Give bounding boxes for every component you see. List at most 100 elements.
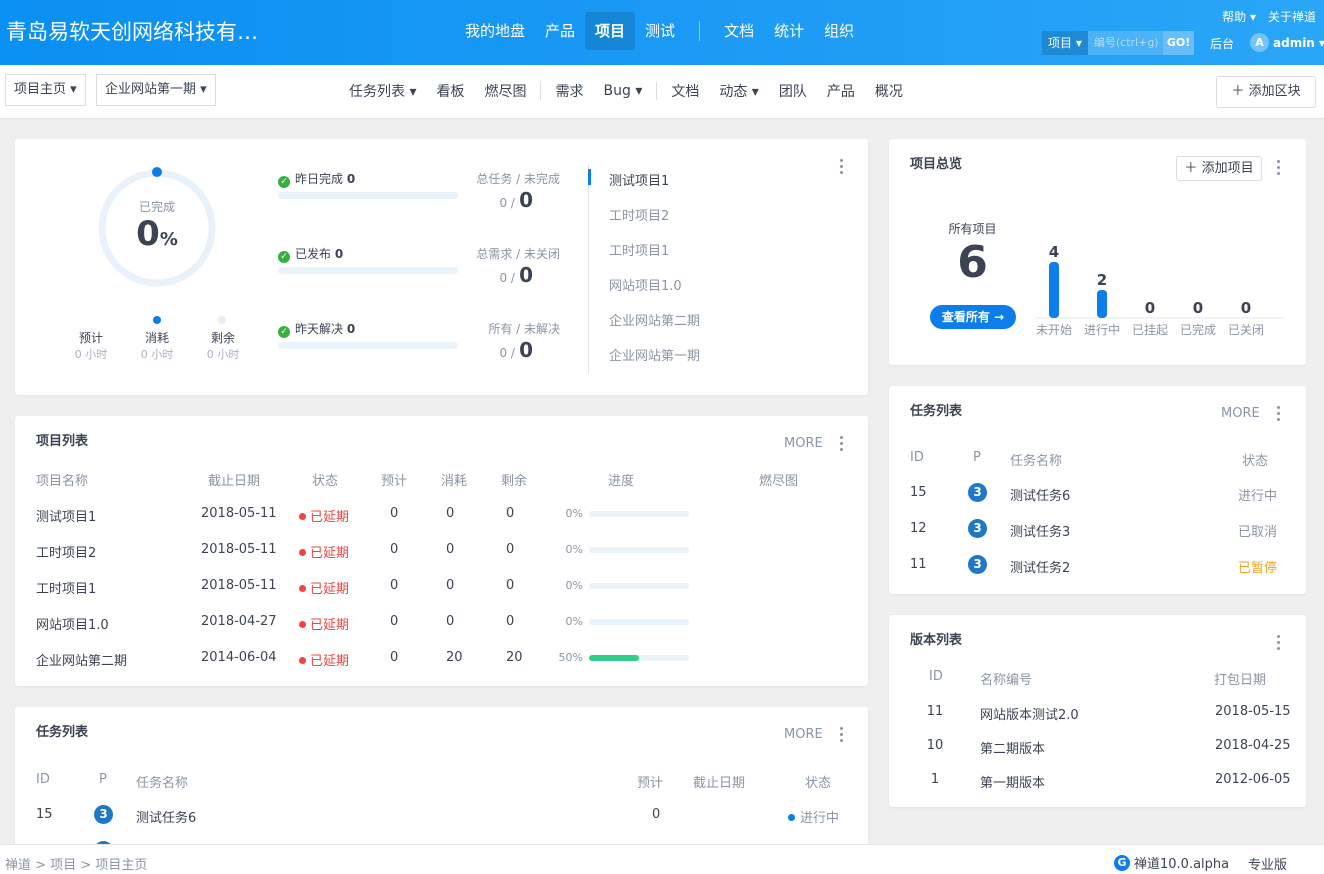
tab-dynamic[interactable]: 动态 ▾ [709, 81, 768, 101]
project-switch-item[interactable]: 网站项目1.0 [609, 275, 682, 294]
search-type-select[interactable]: 项目 ▾ [1042, 31, 1088, 55]
project-switch-item[interactable]: 工时项目1 [609, 240, 669, 259]
more-options-icon[interactable] [840, 159, 844, 177]
project-switch-item[interactable]: 测试项目1 [609, 170, 669, 189]
task-status: 进行中 [1238, 489, 1278, 504]
col-header: 预计 [637, 776, 664, 791]
nav-qa[interactable]: 测试 [635, 12, 685, 50]
ring-label: 已完成 [138, 200, 175, 214]
tab-bug[interactable]: Bug ▾ [593, 83, 652, 99]
project-name-link[interactable]: 网站项目1.0 [36, 614, 109, 633]
about-link[interactable]: 关于禅道 [1268, 8, 1316, 25]
nav-project[interactable]: 项目 [585, 12, 636, 50]
col-header: 截止日期 [208, 474, 261, 489]
project-name-link[interactable]: 企业网站第二期 [36, 650, 127, 669]
help-menu[interactable]: 帮助 ▾ [1222, 8, 1256, 25]
priority-badge: 3 [94, 805, 113, 824]
col-header: 状态 [1242, 454, 1269, 469]
project-end-date: 2018-05-11 [201, 578, 277, 593]
user-menu[interactable]: A admin ▾ [1250, 33, 1324, 52]
project-name-link[interactable]: 工时项目2 [36, 542, 96, 561]
progress-percent: 50% [558, 651, 583, 664]
tab-story[interactable]: 需求 [545, 81, 593, 101]
bar-value-label: 0 [1145, 299, 1155, 317]
footer-crumb[interactable]: 禅道 [5, 858, 31, 873]
stat-bar [278, 342, 458, 349]
breadcrumb-home[interactable]: 项目主页 ▾ [5, 74, 86, 106]
nav-product[interactable]: 产品 [535, 12, 585, 50]
col-header: 打包日期 [1214, 673, 1267, 688]
chevron-down-icon: ▾ [1318, 35, 1324, 50]
tab-burn[interactable]: 燃尽图 [474, 81, 536, 101]
stat-bar [278, 267, 458, 274]
search-input[interactable]: 编号(ctrl+g) [1087, 31, 1163, 55]
version-link[interactable]: G 禅道10.0.alpha [1114, 853, 1229, 872]
task-name-link[interactable]: 测试任务3 [1010, 521, 1070, 540]
breadcrumb-project[interactable]: 企业网站第一期 ▾ [96, 74, 216, 106]
nav-my[interactable]: 我的地盘 [455, 12, 535, 50]
check-icon: ✓ [278, 326, 290, 338]
edition-link[interactable]: 专业版 [1248, 854, 1287, 873]
add-project-button[interactable]: ＋ 添加项目 [1176, 156, 1262, 181]
more-options-icon[interactable] [1277, 406, 1281, 424]
tab-view[interactable]: 概况 [865, 81, 913, 101]
avatar: A [1250, 33, 1269, 52]
left-dot [218, 316, 226, 324]
chevron-down-icon: ▾ [409, 84, 417, 100]
footer-crumb[interactable]: 项目 [50, 858, 76, 873]
col-header: ID [929, 669, 943, 684]
footer-crumb[interactable]: 项目主页 [95, 858, 147, 873]
tab-doc[interactable]: 文档 [661, 81, 709, 101]
search-go-button[interactable]: GO! [1162, 31, 1195, 55]
tab-team[interactable]: 团队 [769, 81, 817, 101]
project-switch-item[interactable]: 工时项目2 [609, 205, 669, 224]
nav-company[interactable]: 组织 [814, 12, 864, 50]
add-project-label: 添加项目 [1201, 161, 1254, 176]
add-block-button[interactable]: ＋ 添加区块 [1216, 76, 1316, 108]
more-options-icon[interactable] [1277, 635, 1281, 653]
tab-product[interactable]: 产品 [817, 81, 865, 101]
main-nav: 我的地盘 产品 项目 测试 文档 统计 组织 [455, 12, 864, 50]
task-name-link[interactable]: 测试任务6 [1010, 485, 1070, 504]
bar-0 [1049, 262, 1059, 318]
build-name-link[interactable]: 第二期版本 [980, 738, 1045, 757]
status-bar-chart: 4 未开始 2 进行中 0 已挂起 0 已完成 0 已关闭 [1036, 243, 1284, 337]
project-switch-item[interactable]: 企业网站第二期 [609, 310, 700, 329]
tab-tasks[interactable]: 任务列表 ▾ [339, 81, 426, 101]
chevron-down-icon: ▾ [70, 82, 77, 97]
build-name-link[interactable]: 网站版本测试2.0 [980, 704, 1079, 723]
task-estimate: 0 [652, 807, 661, 822]
project-consumed: 0 [446, 542, 455, 557]
col-header: 任务名称 [136, 776, 189, 791]
consumed-dot [153, 316, 161, 324]
task-status: 已取消 [1238, 525, 1278, 540]
tab-kanban[interactable]: 看板 [426, 81, 474, 101]
nav-report[interactable]: 统计 [764, 12, 814, 50]
task-id: 12 [910, 521, 927, 536]
more-link[interactable]: MORE [1221, 406, 1260, 421]
more-options-icon[interactable] [840, 436, 844, 454]
project-estimate: 0 [390, 614, 399, 629]
task-name-link[interactable]: 测试任务2 [1010, 557, 1070, 576]
more-link[interactable]: MORE [784, 436, 823, 451]
company-name[interactable]: 青岛易软天创网络科技有… [6, 16, 258, 46]
breadcrumb-project-label: 企业网站第一期 [105, 82, 197, 97]
col-header: 截止日期 [693, 776, 746, 791]
project-name-link[interactable]: 测试项目1 [36, 506, 96, 525]
nav-doc[interactable]: 文档 [714, 12, 764, 50]
more-link[interactable]: MORE [784, 727, 823, 742]
view-all-button[interactable]: 查看所有 → [930, 305, 1016, 329]
top-header: 青岛易软天创网络科技有… 我的地盘 产品 项目 测试 文档 统计 组织 帮助 ▾… [0, 0, 1324, 65]
admin-link[interactable]: 后台 [1210, 35, 1234, 52]
more-options-icon[interactable] [1277, 160, 1281, 178]
stat-right-label: 所有 / 未解决 [488, 322, 560, 336]
consumed-label: 消耗 [144, 331, 169, 345]
project-switch-item[interactable]: 企业网站第一期 [609, 345, 700, 364]
project-estimate: 0 [390, 506, 399, 521]
project-end-date: 2014-06-04 [201, 650, 277, 665]
task-name-link[interactable]: 测试任务6 [136, 807, 196, 826]
bar-category-label: 已挂起 [1132, 323, 1168, 337]
build-name-link[interactable]: 第一期版本 [980, 772, 1045, 791]
project-name-link[interactable]: 工时项目1 [36, 578, 96, 597]
more-options-icon[interactable] [840, 727, 844, 745]
